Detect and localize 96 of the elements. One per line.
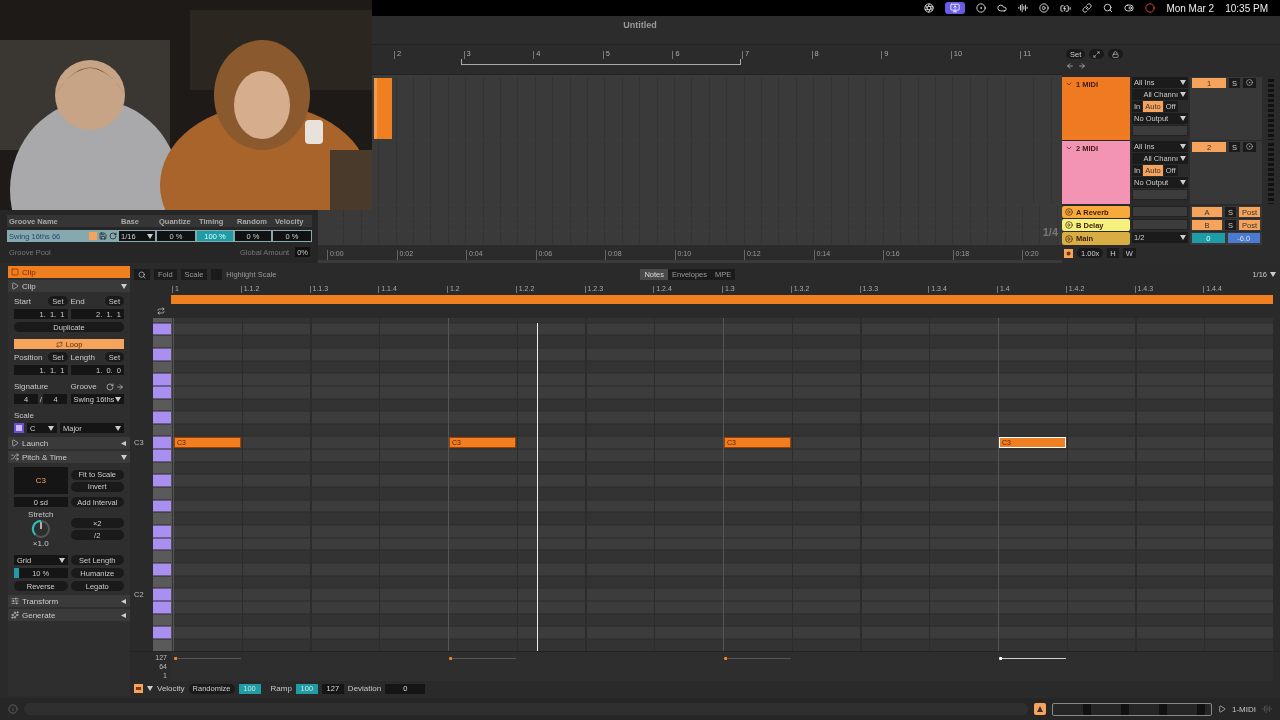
play-icon <box>1065 208 1073 216</box>
empty-field[interactable] <box>1132 125 1188 136</box>
caret-left-icon[interactable] <box>121 440 127 446</box>
audio-icon <box>1262 704 1272 714</box>
shuffle-icon <box>11 453 19 461</box>
caret-icon <box>147 233 153 239</box>
section-header[interactable]: Launch <box>8 437 130 449</box>
field-label: Start <box>14 296 31 306</box>
menubar-date: Mon Mar 2 <box>1166 2 1215 14</box>
stretch-value: ×1.0 <box>32 539 49 548</box>
level-meter <box>1268 143 1274 204</box>
clip-title-bar[interactable]: Clip <box>8 266 130 278</box>
section-header[interactable]: Transform <box>8 595 130 607</box>
caret-icon <box>147 686 153 691</box>
caret-icon <box>1180 156 1186 161</box>
velocity-label: Velocity <box>157 684 185 693</box>
stretch-label: Stretch <box>28 510 54 519</box>
caret-icon <box>1180 92 1186 97</box>
deviation-label: Deviation <box>347 684 382 693</box>
loop-icon[interactable] <box>157 307 165 315</box>
caret-icon <box>1180 116 1186 121</box>
arm-button[interactable] <box>1243 78 1256 88</box>
stretch-knob[interactable] <box>30 519 51 539</box>
caret-icon <box>115 396 121 402</box>
search-icon[interactable] <box>1103 3 1114 13</box>
screen-share-button[interactable] <box>945 2 966 14</box>
midi-clip[interactable] <box>374 78 392 139</box>
field-label: End <box>70 296 85 306</box>
window-title: Untitled <box>623 20 657 32</box>
battery-icon[interactable] <box>1060 2 1072 14</box>
song-overview[interactable] <box>1052 702 1212 716</box>
toggle-icon[interactable] <box>1124 3 1135 13</box>
caret-icon <box>48 425 54 431</box>
ramp-label: Ramp <box>270 684 292 693</box>
arrow-left-icon[interactable] <box>1066 62 1074 70</box>
empty-field[interactable] <box>1132 219 1188 230</box>
section-header[interactable]: Clip <box>8 280 130 292</box>
field-label: Length <box>70 352 95 362</box>
field-label: Groove <box>70 382 97 391</box>
caret-icon <box>1180 144 1186 149</box>
section-title: Pitch & Time <box>22 452 67 462</box>
menubar-time: 10:35 PM <box>1225 2 1268 14</box>
section-title: Generate <box>22 610 56 620</box>
separator: / <box>39 394 42 404</box>
caret-icon <box>1270 272 1276 277</box>
lock-button[interactable] <box>1108 49 1124 59</box>
link-icon[interactable] <box>1082 3 1093 13</box>
sliders-icon <box>11 597 19 605</box>
save-icon[interactable] <box>99 232 107 240</box>
section-header[interactable]: Generate <box>8 609 130 621</box>
empty-field[interactable] <box>1132 189 1188 200</box>
caret-icon <box>1180 180 1186 185</box>
triangle-icon[interactable] <box>1034 703 1046 715</box>
field-label: Position <box>14 352 43 362</box>
scale-icon[interactable] <box>14 423 24 433</box>
track-name-label: 1-MIDI <box>1232 704 1256 714</box>
audio-icon[interactable] <box>1018 3 1029 13</box>
arm-button[interactable] <box>1243 142 1256 152</box>
loop-icon <box>55 340 63 348</box>
clip-title: Clip <box>22 267 36 277</box>
caret-down-icon[interactable] <box>121 283 127 289</box>
arrow-right-icon[interactable] <box>116 382 124 391</box>
arrow-right-icon[interactable] <box>1078 62 1086 70</box>
search-button[interactable] <box>134 269 150 280</box>
level-meter <box>1268 79 1274 140</box>
field-label: Scale <box>14 411 35 420</box>
play-icon <box>1065 234 1073 243</box>
caret-icon <box>1180 235 1186 240</box>
caret-icon <box>58 557 65 563</box>
field-label: Signature <box>14 382 50 391</box>
loop-brace[interactable] <box>461 59 741 65</box>
square-icon <box>11 268 19 276</box>
section-header[interactable]: Pitch & Time <box>8 451 130 463</box>
fold-icon <box>1065 144 1073 152</box>
section-title: Launch <box>22 438 49 448</box>
caret-icon <box>1180 80 1186 85</box>
refresh-icon[interactable] <box>109 232 117 240</box>
play-icon <box>1065 221 1073 229</box>
cloud-icon[interactable] <box>997 3 1008 13</box>
aperture-icon[interactable] <box>924 3 935 13</box>
play-icon <box>11 439 19 447</box>
play-icon[interactable] <box>1218 705 1226 713</box>
expand-button[interactable] <box>1089 49 1105 59</box>
section-title: Clip <box>22 281 36 291</box>
caret-left-icon[interactable] <box>121 598 127 604</box>
sparkles-icon <box>11 611 19 619</box>
caret-left-icon[interactable] <box>121 612 127 618</box>
note-display: C3 <box>14 467 68 494</box>
play-icon <box>11 282 19 290</box>
clip-bar[interactable] <box>171 295 1273 304</box>
caret-down-icon[interactable] <box>121 454 127 460</box>
piano-keys-drawing[interactable] <box>153 318 171 651</box>
fold-icon <box>1065 80 1073 88</box>
section-title: Transform <box>22 596 59 606</box>
empty-field[interactable] <box>1132 206 1188 217</box>
caret-icon <box>115 425 121 431</box>
